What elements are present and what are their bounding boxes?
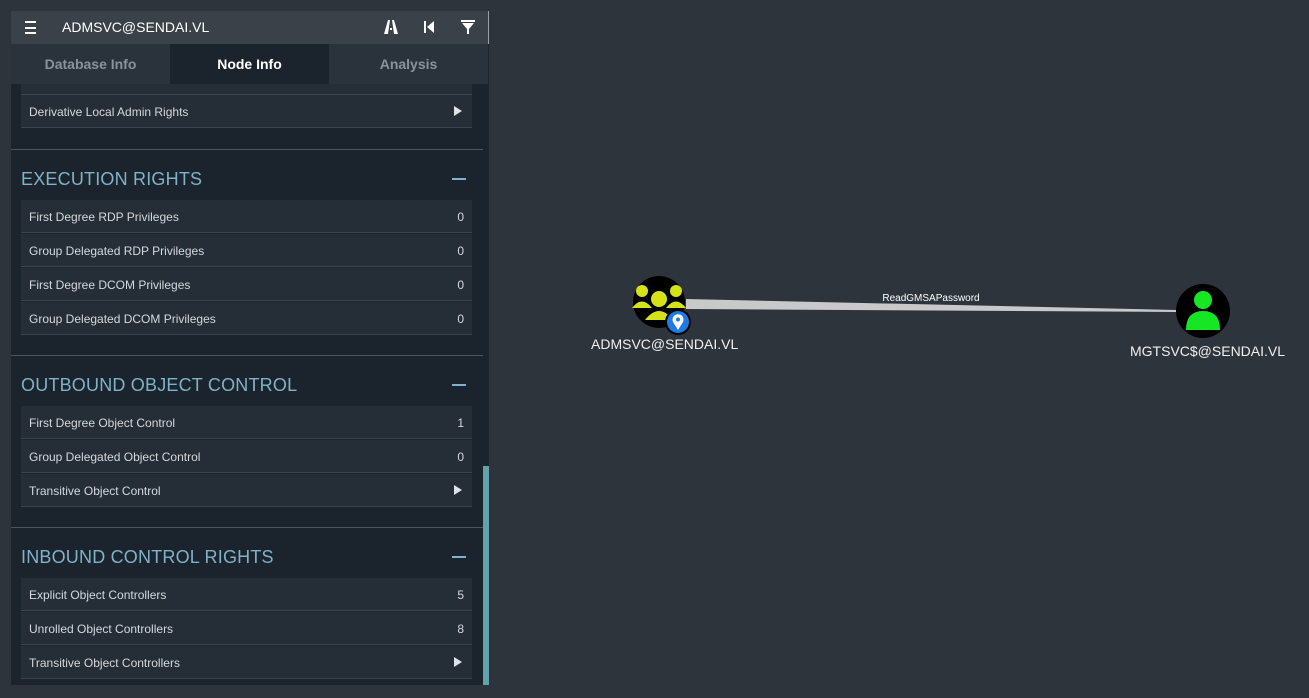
location-marker-icon [665,309,691,335]
node-label-mgtsvc[interactable]: MGTSVC$@SENDAI.VL [1130,343,1285,359]
node-label-admsvc[interactable]: ADMSVC@SENDAI.VL [591,336,738,352]
node-admsvc-group[interactable] [632,276,691,335]
edge-label[interactable]: ReadGMSAPassword [882,293,979,304]
node-mgtsvc-user[interactable] [1176,284,1230,338]
